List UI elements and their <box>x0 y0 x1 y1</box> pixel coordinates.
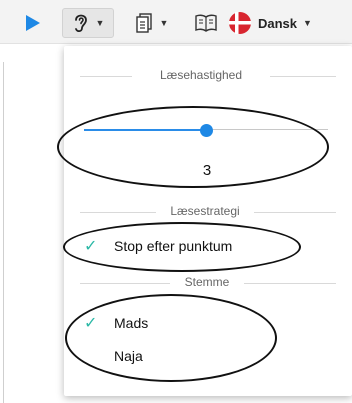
voice-section-title: Stemme <box>184 275 230 289</box>
strategy-item-label: Stop efter punktum <box>114 238 233 254</box>
ear-dropdown-button[interactable]: ▼ <box>62 8 114 38</box>
strategy-section-header: Læsestrategi <box>64 204 352 220</box>
strategy-section-title: Læsestrategi <box>170 204 240 218</box>
chevron-down-icon: ▼ <box>159 18 169 28</box>
voice-item-label: Naja <box>114 348 143 364</box>
speed-slider[interactable] <box>84 124 328 137</box>
speed-slider-track <box>206 129 328 130</box>
language-label: Dansk <box>258 15 298 31</box>
toolbar: ▼ ▼ Dansk ▼ <box>0 0 352 44</box>
language-dropdown-button[interactable]: Dansk ▼ <box>228 8 348 38</box>
speed-value: 3 <box>202 162 212 179</box>
book-button[interactable] <box>192 8 220 38</box>
voice-item-label: Mads <box>114 315 149 331</box>
chevron-down-icon: ▼ <box>303 18 312 28</box>
speed-section-title: Læsehastighed <box>159 68 243 82</box>
danish-flag-icon <box>229 12 251 34</box>
book-icon <box>195 14 217 32</box>
chevron-down-icon: ▼ <box>95 18 105 28</box>
voice-item-mads[interactable]: ✓ Mads <box>64 311 352 335</box>
checkmark-icon: ✓ <box>84 315 98 332</box>
checkmark-icon: ✓ <box>84 238 98 255</box>
speed-slider-track-filled <box>84 129 206 131</box>
speed-slider-thumb[interactable] <box>200 124 213 137</box>
play-icon <box>26 15 40 31</box>
settings-dropdown-menu: Læsehastighed 3 Læsestrategi ✓ Stop efte… <box>64 46 352 396</box>
ear-icon <box>74 14 87 33</box>
voice-item-naja[interactable]: Naja <box>64 344 352 368</box>
page-icon <box>135 13 152 33</box>
play-button[interactable] <box>22 12 44 34</box>
voice-section-header: Stemme <box>64 275 352 291</box>
page-dropdown-button[interactable]: ▼ <box>124 8 180 38</box>
speed-section-header: Læsehastighed <box>64 68 352 84</box>
page-edge <box>3 62 4 403</box>
strategy-item-stop-after-period[interactable]: ✓ Stop efter punktum <box>64 234 352 258</box>
